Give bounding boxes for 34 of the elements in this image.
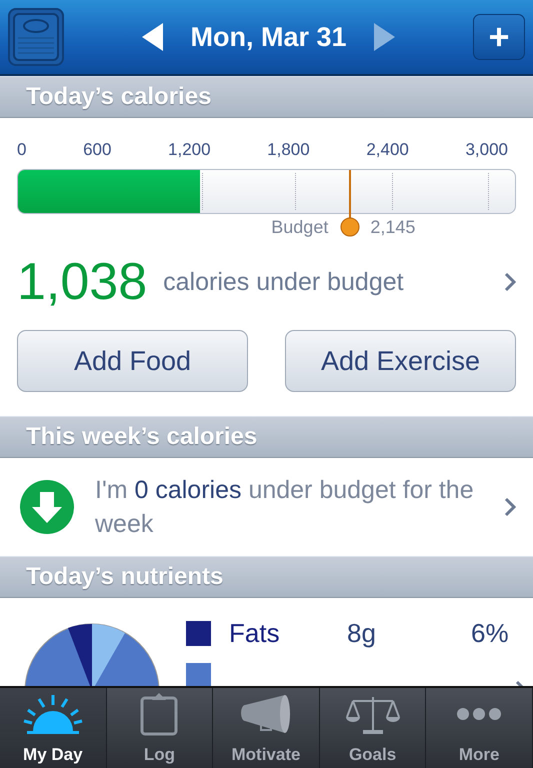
tab[interactable]: Goals <box>320 688 426 768</box>
scale-label: 1,800 <box>267 140 310 160</box>
tab[interactable]: Motivate <box>213 688 320 768</box>
scale-label: 1,200 <box>168 140 211 160</box>
more-dots-icon[interactable] <box>456 706 502 720</box>
scale-label: 0 <box>17 140 26 160</box>
clipboard-icon[interactable] <box>139 692 180 736</box>
section-title: Today’s calories <box>26 82 212 112</box>
scale-label: 3,000 <box>465 140 508 160</box>
add-food-button[interactable]: Add Food <box>17 330 248 392</box>
tab[interactable]: My Day <box>0 688 107 768</box>
sunrise-icon[interactable] <box>22 692 83 734</box>
add-exercise-button[interactable]: Add Exercise <box>285 330 516 392</box>
scale-label: 600 <box>83 140 112 160</box>
nutrient-amount: 8g <box>347 618 377 649</box>
add-button[interactable]: + <box>473 14 525 60</box>
previous-day-icon[interactable] <box>142 23 164 51</box>
date-title: Mon, Mar 31 <box>190 22 347 52</box>
budget-label: Budget <box>271 217 328 238</box>
nutrient-percent: 6% <box>471 618 510 649</box>
week-summary: I'm 0 calories under budget for the week <box>95 475 475 540</box>
next-day-icon[interactable] <box>372 23 395 51</box>
megaphone-icon[interactable] <box>238 692 293 734</box>
chevron-icon[interactable] <box>504 272 516 292</box>
section-title: This week’s calories <box>26 422 258 452</box>
scale-label: 2,400 <box>366 140 409 160</box>
nutrient-name: Fats <box>229 618 281 649</box>
calories-remaining: 1,038 <box>17 252 148 312</box>
remaining-label: calories under budget <box>163 268 405 296</box>
chevron-icon[interactable] <box>504 497 516 517</box>
section-title: Today’s nutrients <box>26 562 224 592</box>
budget-value: 2,145 <box>370 217 416 238</box>
tab[interactable]: Log <box>106 688 214 768</box>
tab[interactable]: More <box>426 688 533 768</box>
